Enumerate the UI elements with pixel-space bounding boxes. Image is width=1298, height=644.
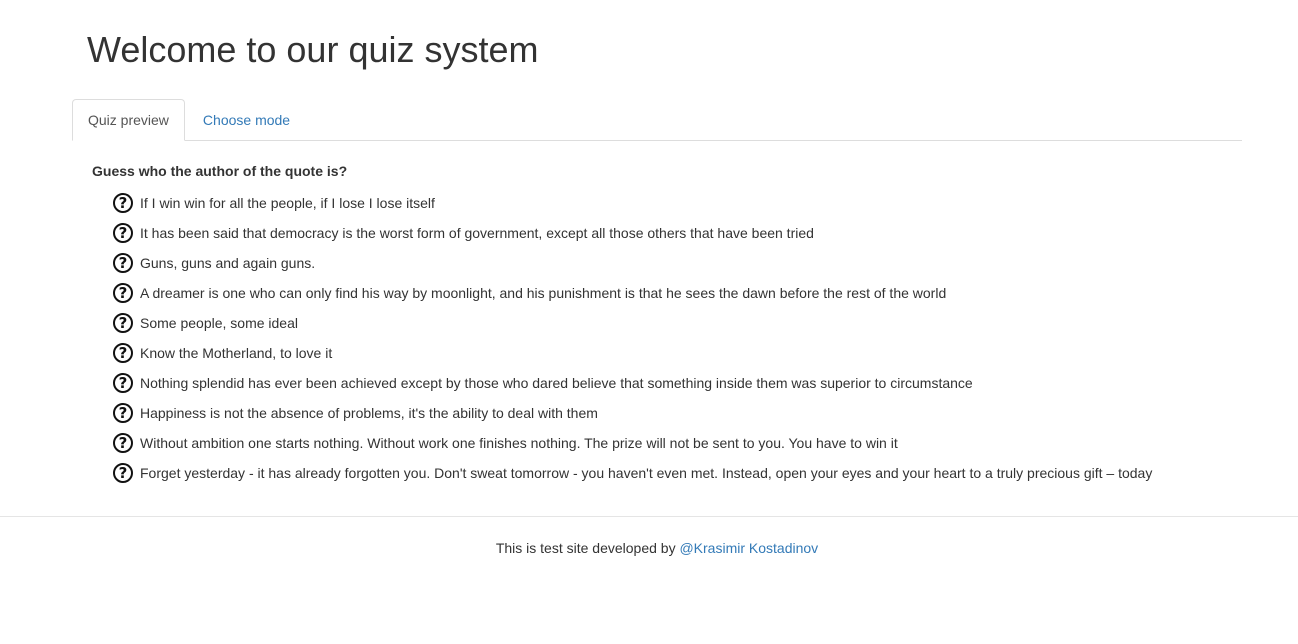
- answer-option[interactable]: ? If I win win for all the people, if I …: [112, 188, 1152, 218]
- answer-text: Without ambition one starts nothing. Wit…: [140, 435, 898, 451]
- answer-option[interactable]: ? Happiness is not the absence of proble…: [112, 398, 1152, 428]
- footer-text: This is test site developed by: [495, 540, 680, 556]
- question-circle-icon: ?: [113, 463, 133, 483]
- question-circle-icon: ?: [113, 253, 133, 273]
- answer-list: ? If I win win for all the people, if I …: [112, 188, 1152, 488]
- question-circle-icon: ?: [113, 193, 133, 213]
- answer-text: Some people, some ideal: [140, 315, 298, 331]
- question-circle-icon: ?: [113, 403, 133, 423]
- answer-option[interactable]: ? Some people, some ideal: [112, 308, 1152, 338]
- question-circle-icon: ?: [113, 313, 133, 333]
- question-circle-icon: ?: [113, 283, 133, 303]
- answer-text: A dreamer is one who can only find his w…: [140, 285, 947, 301]
- question-circle-icon: ?: [113, 343, 133, 363]
- answer-text: Guns, guns and again guns.: [140, 255, 316, 271]
- answer-option[interactable]: ? A dreamer is one who can only find his…: [112, 278, 1152, 308]
- answer-option[interactable]: ? It has been said that democracy is the…: [112, 218, 1152, 248]
- tab-quiz-preview[interactable]: Quiz preview: [72, 99, 185, 141]
- footer: This is test site developed by @Krasimir…: [0, 538, 1298, 558]
- question-circle-icon: ?: [113, 433, 133, 453]
- answer-text: Forget yesterday - it has already forgot…: [140, 465, 1153, 481]
- answer-text: Happiness is not the absence of problems…: [140, 405, 598, 421]
- answer-text: Nothing splendid has ever been achieved …: [140, 375, 973, 391]
- answer-option[interactable]: ? Nothing splendid has ever been achieve…: [112, 368, 1152, 398]
- answer-text: Know the Motherland, to love it: [140, 345, 333, 361]
- answer-text: It has been said that democracy is the w…: [140, 225, 814, 241]
- answer-option[interactable]: ? Forget yesterday - it has already forg…: [112, 458, 1152, 488]
- question-circle-icon: ?: [113, 373, 133, 393]
- tab-bar: Quiz preview Choose mode: [72, 99, 1242, 141]
- tab-choose-mode[interactable]: Choose mode: [187, 99, 306, 140]
- answer-option[interactable]: ? Know the Motherland, to love it: [112, 338, 1152, 368]
- answer-option[interactable]: ? Without ambition one starts nothing. W…: [112, 428, 1152, 458]
- answer-text: If I win win for all the people, if I lo…: [140, 195, 435, 211]
- page-title: Welcome to our quiz system: [87, 29, 539, 70]
- quiz-question: Guess who the author of the quote is?: [92, 163, 348, 179]
- answer-option[interactable]: ? Guns, guns and again guns.: [112, 248, 1152, 278]
- footer-divider: [0, 516, 1298, 517]
- author-link[interactable]: @Krasimir Kostadinov: [679, 540, 818, 556]
- question-circle-icon: ?: [113, 223, 133, 243]
